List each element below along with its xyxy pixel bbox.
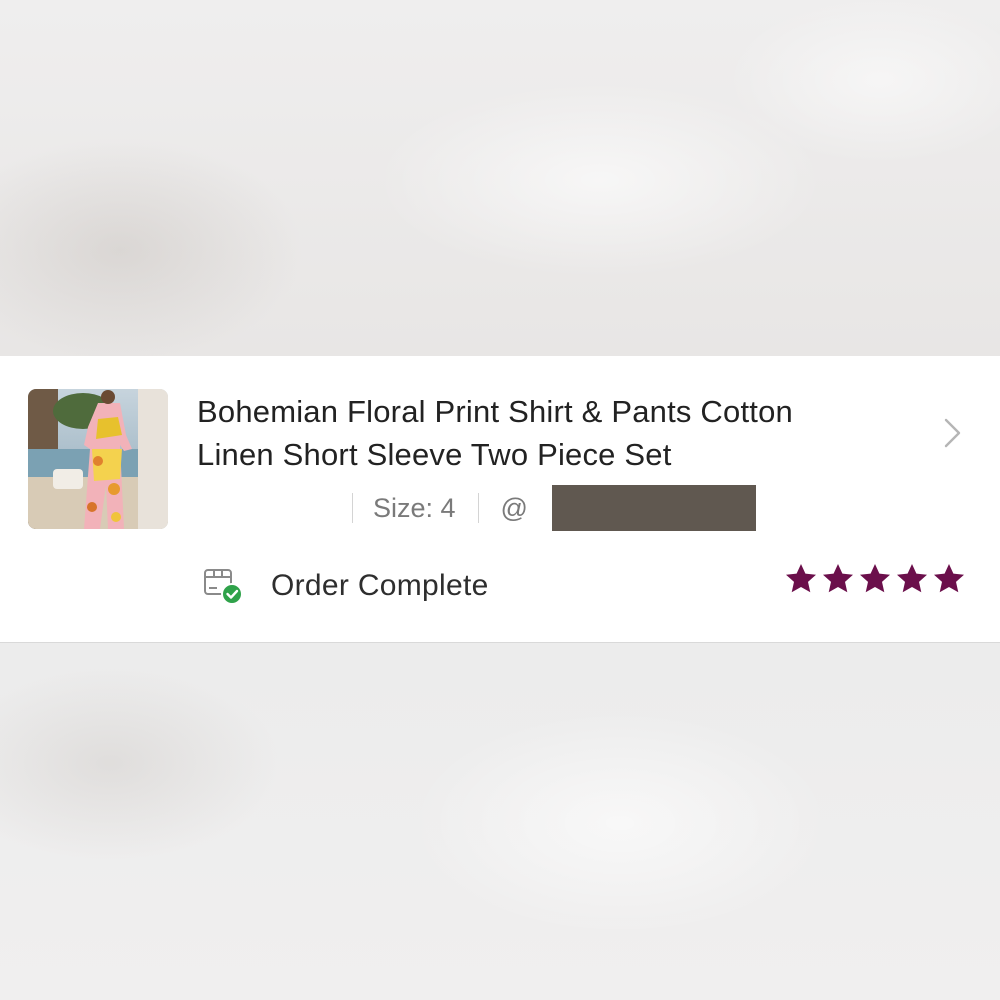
product-title-line-1: Bohemian Floral Print Shirt & Pants Cott…: [197, 394, 793, 429]
order-item-card[interactable]: Bohemian Floral Print Shirt & Pants Cott…: [0, 356, 1000, 643]
order-meta: Size: 4 @: [352, 488, 530, 528]
size-label: Size: 4: [373, 492, 456, 523]
meta-divider: [352, 493, 353, 523]
package-check-icon: [203, 566, 245, 606]
star-icon[interactable]: [932, 562, 966, 596]
star-icon[interactable]: [821, 562, 855, 596]
product-title[interactable]: Bohemian Floral Print Shirt & Pants Cott…: [197, 390, 917, 476]
redacted-seller-handle: [552, 485, 756, 531]
meta-divider: [477, 493, 479, 523]
blurred-background-bottom: [0, 643, 1000, 1000]
seller-handle-prefix: @: [500, 492, 528, 523]
product-thumbnail[interactable]: [28, 389, 168, 529]
product-title-line-2: Linen Short Sleeve Two Piece Set: [197, 437, 672, 472]
product-photo: [28, 389, 168, 529]
star-icon[interactable]: [895, 562, 929, 596]
blurred-background-top: [0, 0, 1000, 356]
order-status: Order Complete: [203, 566, 489, 606]
star-icon[interactable]: [784, 562, 818, 596]
star-icon[interactable]: [858, 562, 892, 596]
rating-stars[interactable]: [784, 562, 969, 596]
order-status-text: Order Complete: [271, 569, 489, 602]
chevron-right-icon[interactable]: [940, 416, 964, 450]
